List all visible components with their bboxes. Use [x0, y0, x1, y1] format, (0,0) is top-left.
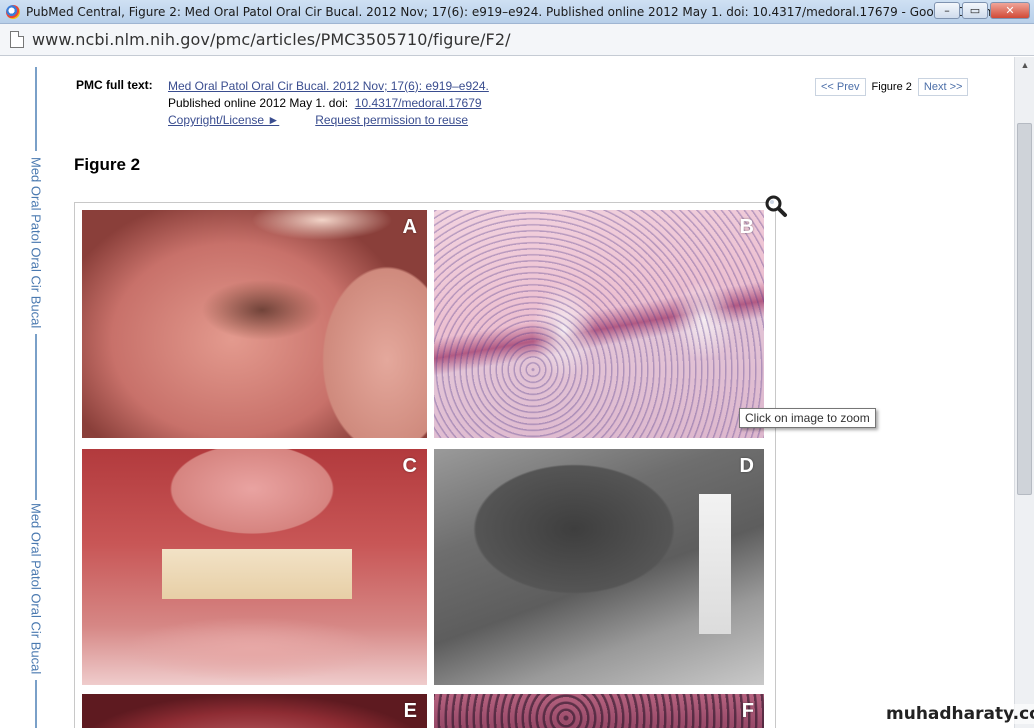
sidebar-line [35, 334, 37, 501]
panel-b-histology: B [434, 210, 764, 438]
request-permission-link[interactable]: Request permission to reuse [315, 113, 468, 127]
panel-e-photo: E [82, 694, 427, 728]
panel-f-label: F [741, 700, 754, 722]
chrome-icon [6, 4, 20, 19]
panel-d-radiograph: D [434, 449, 764, 685]
window-controls: – ▭ ✕ [934, 2, 1030, 19]
current-figure-label: Figure 2 [871, 81, 912, 93]
panel-d-label: D [739, 455, 754, 477]
zoom-tooltip: Click on image to zoom [739, 408, 876, 428]
sidebar-line [35, 680, 37, 728]
scroll-up-icon[interactable]: ▲ [1015, 57, 1034, 73]
minimize-button[interactable]: – [934, 2, 960, 19]
panel-a-photo: A [82, 210, 427, 438]
page-viewport: Med Oral Patol Oral Cir Bucal Med Oral P… [0, 57, 1014, 728]
journal-citation-link[interactable]: Med Oral Patol Oral Cir Bucal. 2012 Nov;… [168, 79, 489, 93]
url-field[interactable]: www.ncbi.nlm.nih.gov/pmc/articles/PMC350… [32, 30, 511, 49]
close-button[interactable]: ✕ [990, 2, 1030, 19]
scroll-thumb[interactable] [1017, 123, 1032, 495]
figure-image[interactable]: A B C D E F [74, 202, 776, 728]
sidebar-journal-name[interactable]: Med Oral Patol Oral Cir Bucal [29, 503, 44, 674]
citation-block: Med Oral Patol Oral Cir Bucal. 2012 Nov;… [168, 78, 489, 129]
next-button[interactable]: Next >> [917, 78, 969, 96]
window-titlebar: PubMed Central, Figure 2: Med Oral Patol… [0, 0, 1034, 24]
address-bar: www.ncbi.nlm.nih.gov/pmc/articles/PMC350… [0, 24, 1034, 56]
sidebar-journal-name[interactable]: Med Oral Patol Oral Cir Bucal [29, 157, 44, 328]
pmc-full-text-label: PMC full text: [76, 78, 153, 92]
sidebar-line [35, 67, 37, 151]
panel-e-label: E [403, 700, 417, 722]
page-icon [10, 31, 24, 48]
panel-a-label: A [402, 216, 417, 238]
window-title: PubMed Central, Figure 2: Med Oral Patol… [26, 4, 1003, 19]
vertical-scrollbar[interactable]: ▲ [1014, 57, 1034, 728]
doi-link[interactable]: 10.4317/medoral.17679 [355, 96, 482, 110]
panel-f-histology: F [434, 694, 764, 728]
copyright-license-link[interactable]: Copyright/License ► [168, 113, 279, 127]
figure-pager: << Prev Figure 2 Next >> [815, 78, 969, 96]
figure-title: Figure 2 [74, 155, 141, 174]
magnifier-icon[interactable] [764, 194, 788, 218]
sidebar-journal-2: Med Oral Patol Oral Cir Bucal [28, 497, 44, 728]
published-text: Published online 2012 May 1. doi: [168, 96, 349, 110]
panel-c-label: C [402, 455, 417, 477]
prev-button[interactable]: << Prev [815, 78, 866, 96]
maximize-button[interactable]: ▭ [962, 2, 988, 19]
panel-b-label: B [739, 216, 754, 238]
panel-c-photo: C [82, 449, 427, 685]
sidebar-journal-1: Med Oral Patol Oral Cir Bucal [28, 67, 44, 501]
watermark-text: muhadharaty.com [884, 704, 1034, 724]
